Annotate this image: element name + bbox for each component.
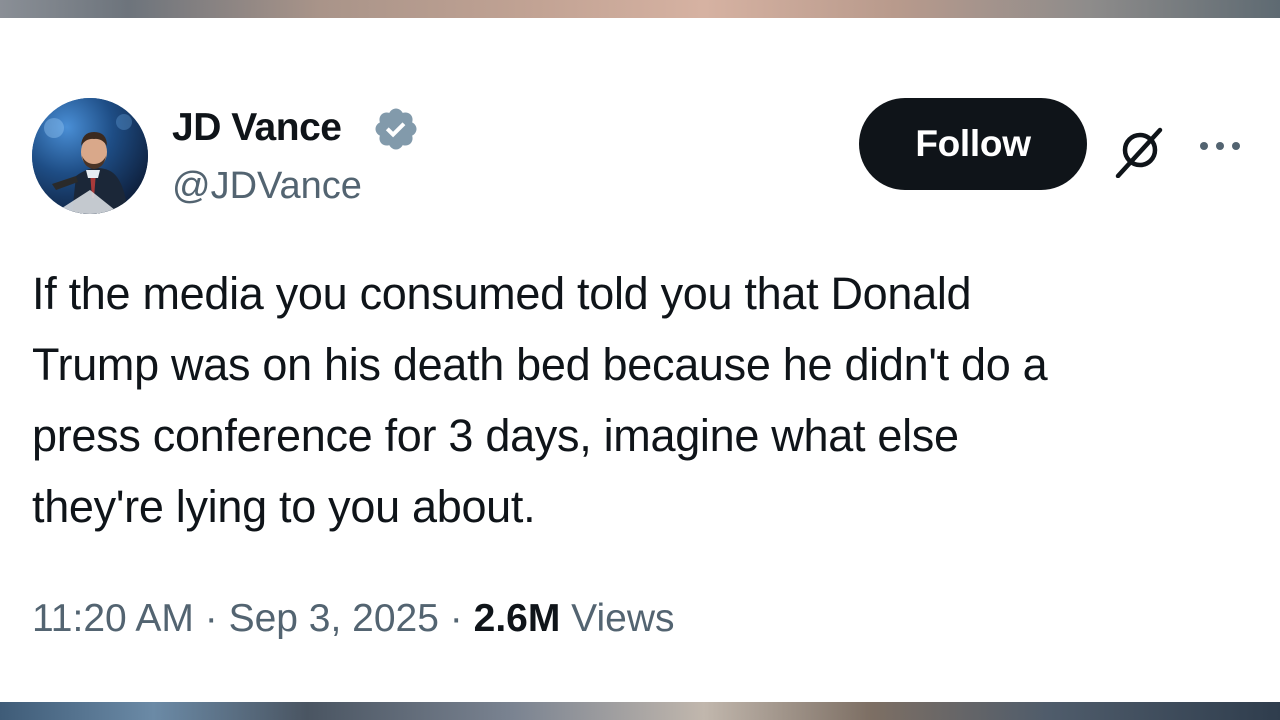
views-label: Views	[571, 597, 675, 640]
tweet-card: JD Vance @JDVance Follow If the media yo…	[0, 18, 1280, 702]
tweet-text-line: If the media you consumed told you that …	[32, 268, 972, 319]
tweet-text-line: they're lying to you about.	[32, 481, 536, 532]
meta-separator: ·	[204, 597, 218, 640]
tweet-text: If the media you consumed told you that …	[32, 258, 1242, 542]
author-name[interactable]: JD Vance	[172, 106, 342, 150]
background-photo-strip-top	[0, 0, 1280, 18]
avatar[interactable]	[32, 98, 148, 214]
meta-separator: ·	[449, 597, 463, 640]
author-handle[interactable]: @JDVance	[172, 164, 362, 208]
follow-button[interactable]: Follow	[859, 98, 1087, 190]
more-options-icon[interactable]	[1196, 134, 1244, 158]
verified-badge-icon[interactable]	[372, 105, 420, 153]
avatar-image	[32, 98, 148, 214]
grok-icon[interactable]	[1112, 120, 1170, 178]
background-photo-strip-bottom	[0, 702, 1280, 720]
tweet-time[interactable]: 11:20 AM	[32, 597, 194, 640]
tweet-meta: 11:20 AM · Sep 3, 2025 · 2.6M Views	[32, 594, 675, 644]
tweet-text-line: Trump was on his death bed because he di…	[32, 339, 1048, 390]
tweet-text-line: press conference for 3 days, imagine wha…	[32, 410, 959, 461]
tweet-date[interactable]: Sep 3, 2025	[229, 597, 439, 640]
views-count[interactable]: 2.6M	[474, 597, 561, 640]
